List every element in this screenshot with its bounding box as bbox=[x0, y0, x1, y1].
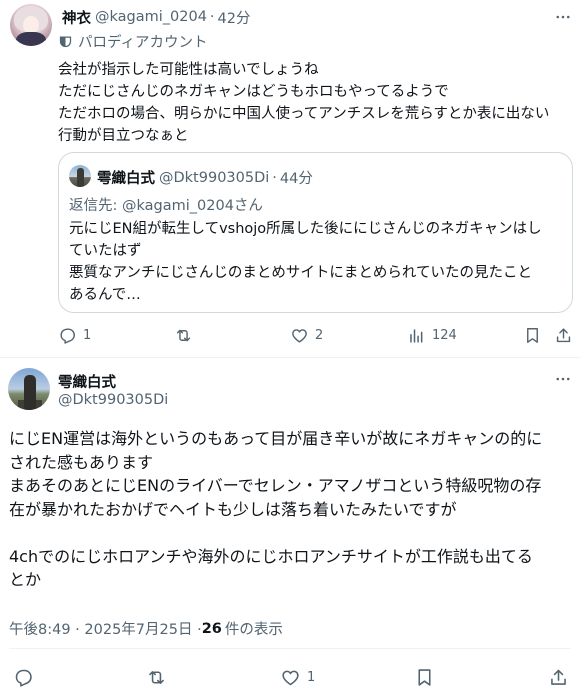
views-label: 件の表示 bbox=[224, 622, 283, 638]
avatar-body bbox=[16, 32, 46, 46]
more-button[interactable] bbox=[552, 8, 574, 26]
views-count: 124 bbox=[432, 328, 457, 343]
share-icon bbox=[556, 328, 571, 343]
like-button[interactable]: 1 bbox=[280, 667, 315, 688]
divider bbox=[0, 357, 580, 358]
tweet-timestamp[interactable]: 午後8:49 · 2025年7月25日 · bbox=[9, 618, 202, 639]
reply-mention[interactable]: @kagami_0204さん bbox=[122, 198, 263, 214]
reply-prefix: 返信先: bbox=[69, 198, 122, 214]
bookmark-button[interactable] bbox=[523, 326, 542, 345]
reply-icon bbox=[60, 328, 75, 344]
tweet-header: 神衣 @kagami_0204 · 42分 bbox=[62, 7, 250, 27]
parody-text: パロディアカウント bbox=[78, 35, 208, 51]
more-icon bbox=[556, 377, 570, 381]
display-name[interactable]: 雩織白式 bbox=[58, 371, 116, 392]
display-name[interactable]: 神衣 bbox=[62, 7, 91, 28]
display-name: 雩織白式 bbox=[97, 171, 155, 187]
views-icon bbox=[410, 329, 423, 343]
more-icon bbox=[556, 15, 570, 19]
user-handle: @Dkt990305Di bbox=[159, 169, 270, 186]
quoted-tweet-header: 雩織白式 @Dkt990305Di · 44分 bbox=[97, 167, 313, 188]
like-count: 2 bbox=[315, 328, 324, 343]
quoted-tweet[interactable]: 雩織白式 @Dkt990305Di · 44分 返信先: @kagami_020… bbox=[58, 152, 573, 313]
retweet-icon bbox=[176, 329, 191, 342]
separator-dot: · bbox=[209, 9, 215, 25]
tweet-actions: 1 2 124 bbox=[58, 326, 573, 348]
divider bbox=[9, 648, 571, 649]
bookmark-button[interactable] bbox=[414, 667, 435, 688]
share-button[interactable] bbox=[548, 667, 569, 688]
user-handle[interactable]: @kagami_0204 bbox=[95, 9, 207, 25]
avatar[interactable] bbox=[8, 368, 50, 410]
more-button[interactable] bbox=[552, 370, 574, 388]
tweet-time: 44分 bbox=[279, 171, 313, 187]
avatar[interactable] bbox=[10, 4, 52, 46]
reply-button[interactable] bbox=[13, 667, 40, 688]
user-handle[interactable]: @Dkt990305Di bbox=[58, 392, 168, 408]
avatar-statue bbox=[24, 375, 36, 410]
tweet-meta: 午後8:49 · 2025年7月25日 · 26 件の表示 bbox=[9, 618, 283, 639]
tweet-text: にじEN運営は海外というのもあって目が届き辛いが故にネガキャンの的に された感も… bbox=[9, 429, 543, 589]
avatar-statue bbox=[77, 168, 84, 187]
like-count: 1 bbox=[307, 670, 316, 685]
like-button[interactable]: 2 bbox=[290, 326, 323, 345]
reply-to-line: 返信先: @kagami_0204さん bbox=[69, 194, 263, 215]
reply-button[interactable]: 1 bbox=[58, 326, 91, 345]
retweet-button[interactable] bbox=[146, 667, 173, 688]
reply-count: 1 bbox=[83, 328, 92, 343]
parody-label: パロディアカウント bbox=[58, 31, 207, 52]
views-count: 26 bbox=[201, 620, 222, 637]
reply-icon bbox=[15, 669, 32, 687]
bookmark-icon bbox=[527, 328, 538, 343]
separator-dot: · bbox=[272, 169, 277, 186]
quoted-tweet-text: 元にじEN組が転生してvshojo所属した後ににじさんじのネガキャンはし ていた… bbox=[69, 221, 542, 303]
tweet-text: 会社が指示した可能性は高いでしょうね ただにじさんじのネガキャンはどうもホロもや… bbox=[58, 62, 550, 144]
avatar bbox=[69, 165, 91, 187]
tweet-actions: 1 bbox=[9, 667, 574, 689]
share-button[interactable] bbox=[554, 326, 573, 345]
share-icon bbox=[551, 669, 566, 685]
bookmark-icon bbox=[418, 669, 431, 686]
retweet-button[interactable] bbox=[174, 326, 199, 345]
like-icon bbox=[282, 670, 299, 686]
tweet-time[interactable]: 42分 bbox=[218, 7, 251, 28]
like-icon bbox=[292, 329, 307, 343]
views-button[interactable]: 124 bbox=[407, 326, 457, 345]
retweet-icon bbox=[149, 671, 164, 684]
parody-mask-icon bbox=[59, 36, 72, 48]
